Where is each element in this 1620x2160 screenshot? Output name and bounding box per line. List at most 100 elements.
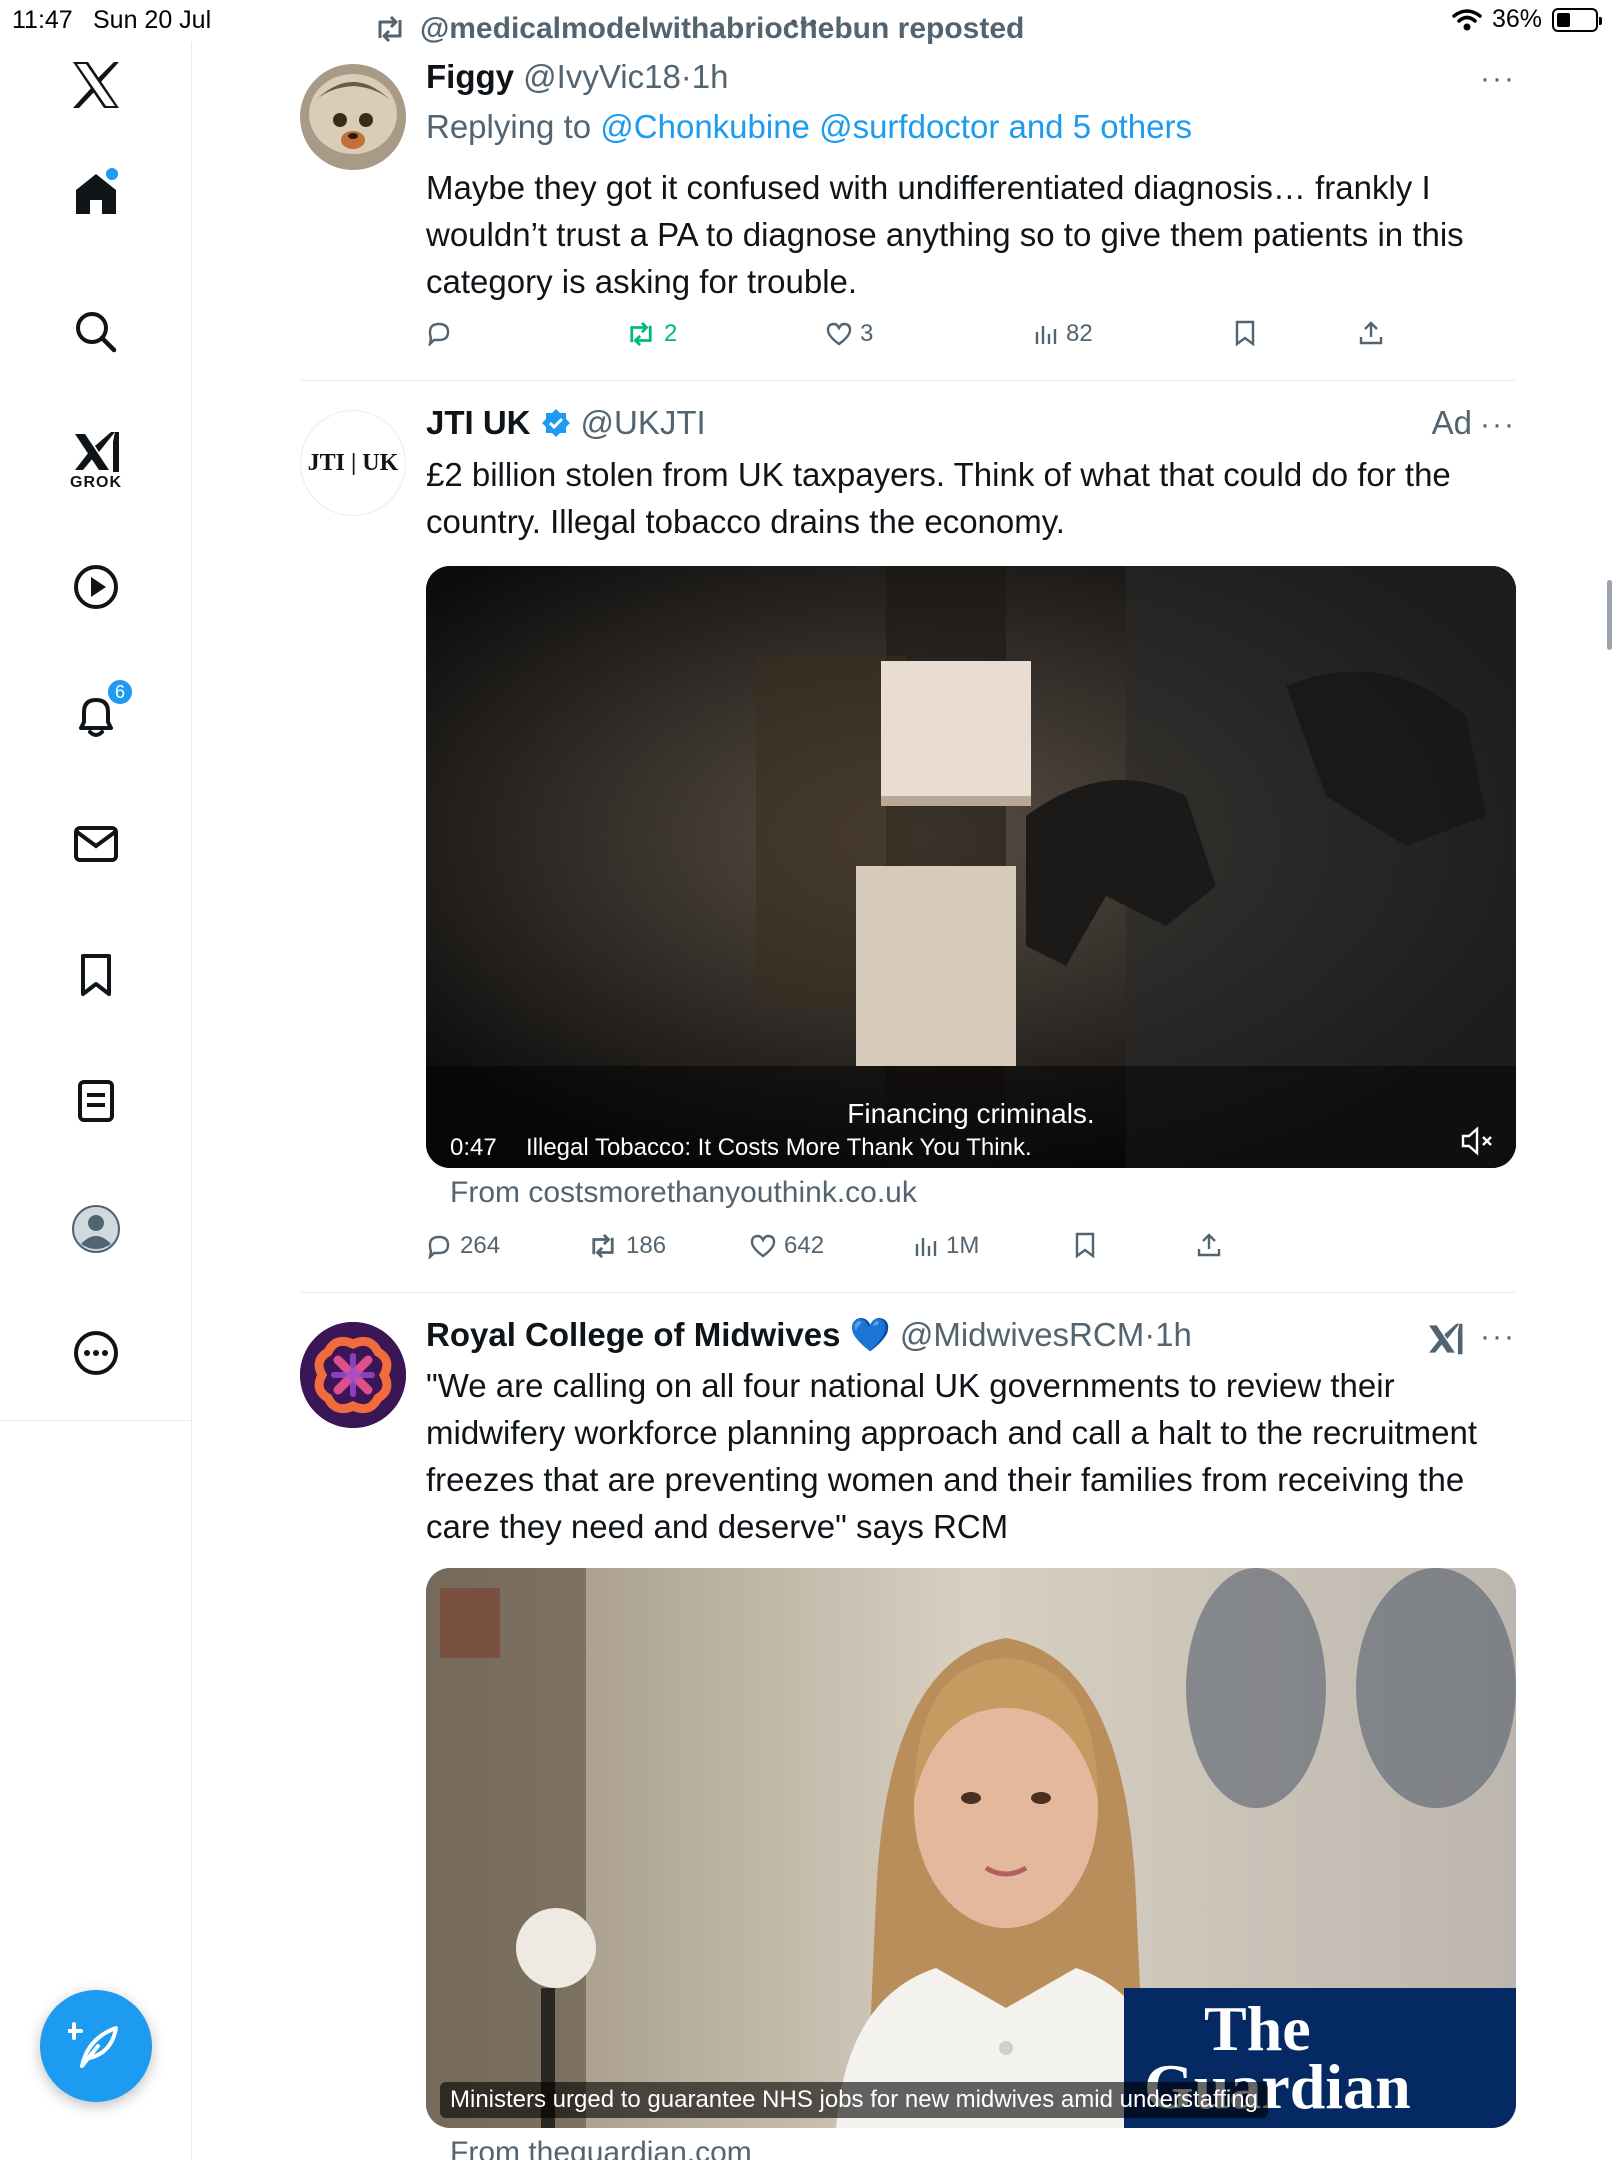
reply-icon <box>428 1235 450 1259</box>
bookmark-button[interactable] <box>1074 1232 1096 1258</box>
ad-label: Ad <box>1431 404 1472 441</box>
more-options-icon[interactable]: ··· <box>1480 62 1516 96</box>
jti-logo-text: JTI | UK <box>307 449 399 476</box>
video-duration: 0:47 <box>450 1134 497 1161</box>
views-button[interactable]: 82 <box>1034 320 1093 348</box>
avatar[interactable] <box>300 64 406 170</box>
tweet-header: Royal College of Midwives 💙 @MidwivesRCM… <box>426 1316 1192 1355</box>
avatar[interactable]: JTI | UK <box>300 410 406 516</box>
scroll-indicator[interactable] <box>1607 580 1612 650</box>
list-icon <box>78 1080 114 1122</box>
more-options-icon[interactable]: ··· <box>1480 408 1516 442</box>
repost-icon <box>378 16 402 42</box>
reply-context: Replying to @Chonkubine @surfdoctor and … <box>426 108 1192 146</box>
grok-icon[interactable] <box>1426 1322 1464 1356</box>
share-button[interactable] <box>1358 320 1384 346</box>
views-button[interactable]: 1M <box>914 1232 979 1260</box>
reply-button[interactable] <box>426 320 452 346</box>
search-icon <box>76 312 117 353</box>
sidebar-item-profile[interactable] <box>0 1204 192 1254</box>
sidebar-item-more[interactable] <box>0 1330 192 1376</box>
repost-count: 2 <box>664 320 678 347</box>
link-source[interactable]: From theguardian.com <box>450 2136 752 2160</box>
repost-count: 186 <box>626 1232 667 1259</box>
battery-icon <box>1552 7 1602 32</box>
like-button[interactable]: 642 <box>750 1232 824 1260</box>
sidebar-item-messages[interactable] <box>0 824 192 864</box>
mute-icon[interactable] <box>1460 1126 1494 1156</box>
like-count: 3 <box>860 320 874 347</box>
compose-feather-icon <box>68 2022 118 2068</box>
tweet-actions: 264 186 642 1M <box>426 1232 1426 1272</box>
tweet-divider <box>300 1292 1516 1293</box>
display-name[interactable]: Figgy <box>426 58 514 95</box>
tweet-header: Figgy @IvyVic18·1h <box>426 58 729 96</box>
heart-icon <box>750 1234 776 1258</box>
blue-heart-emoji: 💙 <box>849 1316 891 1353</box>
repost-icon <box>630 322 652 346</box>
like-count: 642 <box>784 1232 825 1259</box>
handle[interactable]: @IvyVic18 <box>523 58 681 95</box>
tweet-text: £2 billion stolen from UK taxpayers. Thi… <box>426 456 1451 540</box>
like-button[interactable]: 3 <box>826 320 873 348</box>
repost-label: @medicalmodelwithabriochebun reposted <box>420 12 1025 45</box>
verified-badge-icon <box>541 409 570 437</box>
dog-avatar-image <box>300 64 406 170</box>
tweet-text: "We are calling on all four national UK … <box>426 1367 1478 1545</box>
avatar[interactable] <box>300 1322 406 1428</box>
video-player[interactable]: Financing criminals. 0:47 Illegal Tobacc… <box>426 566 1516 1168</box>
sidebar-item-explore[interactable] <box>0 310 192 354</box>
x-logo[interactable] <box>0 60 192 110</box>
compose-post-button[interactable] <box>40 1990 152 2102</box>
tweet-actions: 2 3 82 <box>426 320 1426 360</box>
link-card[interactable]: The Guardian Ministers urged to guarante… <box>426 1568 1516 2128</box>
repost-context[interactable]: @medicalmodelwithabriochebun reposted <box>374 12 1024 46</box>
separator: · <box>680 58 692 95</box>
sidebar-item-bookmarks[interactable] <box>0 952 192 998</box>
share-icon <box>1197 1233 1221 1257</box>
sidebar-item-lists[interactable] <box>0 1078 192 1124</box>
link-card-title: Ministers urged to guarantee NHS jobs fo… <box>440 2082 1268 2118</box>
reply-button[interactable]: 264 <box>426 1232 500 1260</box>
sidebar-divider <box>0 1420 192 1421</box>
more-circle-icon <box>74 1331 118 1375</box>
sidebar-item-grok[interactable]: GROK <box>0 430 192 492</box>
repost-button[interactable]: 186 <box>588 1232 666 1260</box>
wifi-icon <box>1452 8 1482 30</box>
bookmark-icon <box>1235 320 1255 346</box>
sidebar-item-home[interactable] <box>0 168 192 218</box>
battery-percent: 36% <box>1491 5 1542 33</box>
display-name[interactable]: Royal College of Midwives <box>426 1316 840 1353</box>
handle[interactable]: @MidwivesRCM <box>900 1316 1144 1353</box>
play-circle-icon <box>74 565 118 609</box>
more-options-icon[interactable]: ··· <box>1480 1320 1516 1354</box>
reply-targets[interactable]: @Chonkubine @surfdoctor and 5 others <box>600 108 1192 145</box>
grok-label: GROK <box>70 474 122 491</box>
heart-icon <box>826 322 852 346</box>
timestamp[interactable]: 1h <box>1155 1316 1192 1353</box>
video-subtitle: Financing criminals. <box>847 1098 1095 1129</box>
tweet-header: JTI UK @UKJTI <box>426 404 706 442</box>
bookmark-button[interactable] <box>1234 320 1256 346</box>
bookmark-icon <box>81 954 111 996</box>
display-name[interactable]: JTI UK <box>426 404 531 442</box>
repost-icon <box>592 1234 614 1258</box>
link-source[interactable]: From costsmorethanyouthink.co.uk <box>450 1176 917 1210</box>
profile-avatar-icon <box>72 1205 120 1253</box>
sidebar-item-video[interactable] <box>0 564 192 610</box>
status-date: Sun 20 Jul <box>93 6 212 34</box>
sidebar-item-notifications[interactable]: 6 <box>0 678 192 740</box>
share-button[interactable] <box>1196 1232 1222 1258</box>
bookmark-icon <box>1075 1232 1095 1258</box>
timestamp[interactable]: 1h <box>692 58 729 95</box>
video-title: Illegal Tobacco: It Costs More Thank You… <box>526 1134 1032 1161</box>
repost-button[interactable]: 2 <box>626 320 677 348</box>
analytics-icon <box>1035 326 1057 344</box>
tweet-divider <box>300 380 1516 381</box>
mail-icon <box>74 826 118 862</box>
sidebar-nav: GROK 6 <box>0 42 192 2160</box>
reply-icon <box>428 322 450 346</box>
guardian-logo-line1: The <box>1204 1993 1311 2064</box>
separator: · <box>1144 1316 1156 1353</box>
handle[interactable]: @UKJTI <box>581 404 706 442</box>
